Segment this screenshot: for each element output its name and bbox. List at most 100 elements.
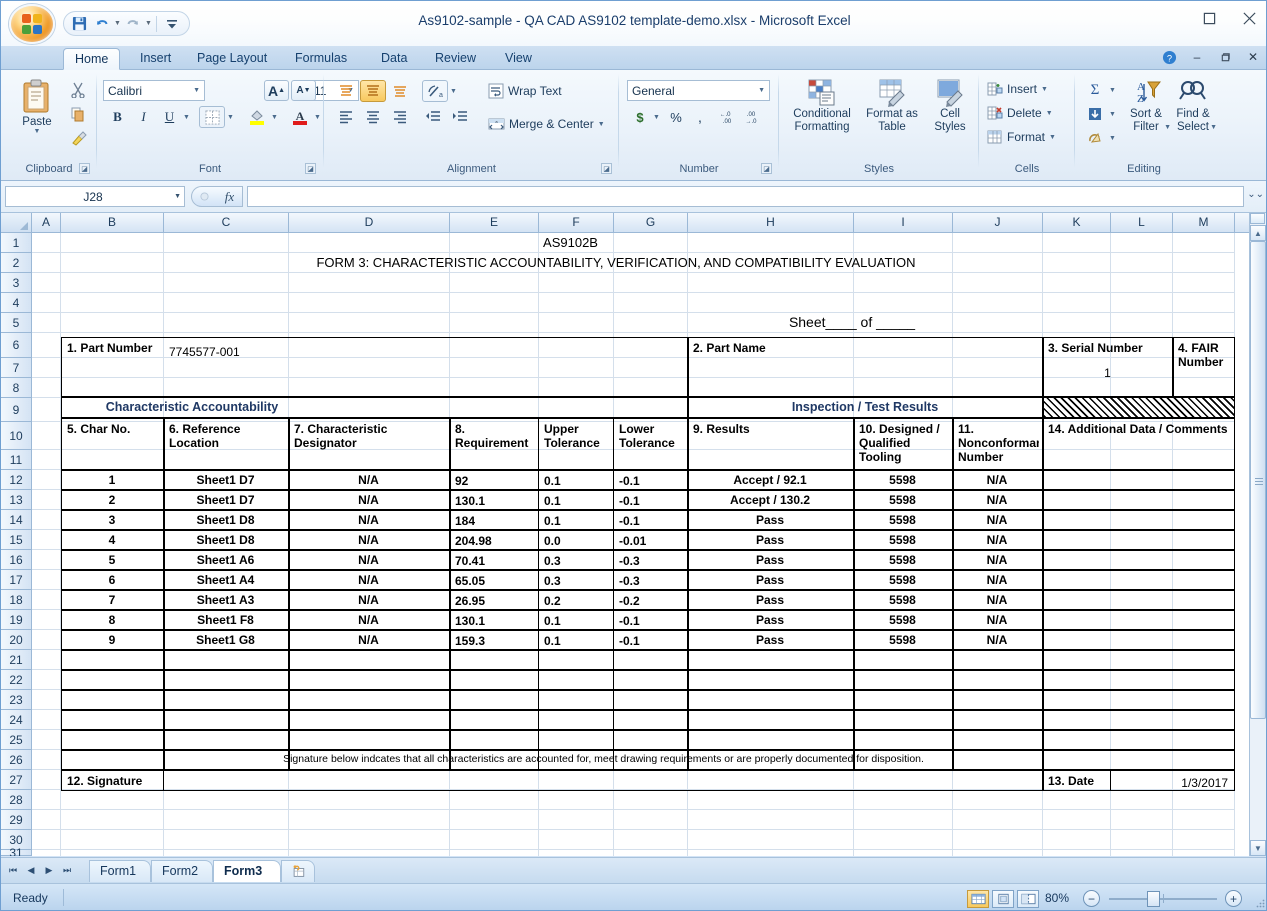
table-cell[interactable]: 0.3	[541, 553, 610, 568]
zoom-thumb[interactable]	[1147, 891, 1160, 907]
font-name-select[interactable]: Calibri ▼	[103, 80, 205, 101]
table-cell[interactable]: N/A	[955, 533, 1039, 548]
vertical-scroll-thumb[interactable]	[1250, 241, 1266, 719]
percent-format-button[interactable]: %	[665, 106, 687, 128]
column-header-C[interactable]: C	[164, 213, 289, 233]
table-cell[interactable]	[541, 693, 610, 708]
insert-cells-button[interactable]: Insert ▼	[987, 81, 1048, 97]
number-format-select[interactable]: General ▼	[627, 80, 770, 101]
row-header-5[interactable]: 5	[1, 313, 32, 333]
part-number-value[interactable]: 7745577-001	[166, 344, 284, 360]
row-header-16[interactable]: 16	[1, 550, 32, 570]
table-cell[interactable]: N/A	[291, 473, 446, 488]
formula-input[interactable]	[247, 186, 1244, 207]
number-dialog-launcher[interactable]: ◪	[761, 163, 772, 174]
align-right-button[interactable]	[387, 106, 413, 128]
clear-button[interactable]	[1083, 127, 1107, 149]
format-painter-button[interactable]	[67, 128, 89, 148]
table-cell[interactable]	[452, 733, 535, 748]
table-cell[interactable]: N/A	[291, 613, 446, 628]
orientation-dropdown-icon[interactable]: ▼	[448, 80, 459, 102]
cell-styles-button[interactable]: Cell Styles	[925, 78, 975, 134]
table-cell[interactable]	[166, 653, 285, 668]
table-cell[interactable]	[1045, 473, 1232, 488]
row-header-15[interactable]: 15	[1, 530, 32, 550]
date-value[interactable]: 1/3/2017	[1113, 775, 1231, 791]
italic-button[interactable]: I	[132, 106, 155, 128]
row-header-19[interactable]: 19	[1, 610, 32, 630]
table-cell[interactable]	[616, 673, 684, 688]
row-header-23[interactable]: 23	[1, 690, 32, 710]
table-cell[interactable]	[1045, 653, 1232, 668]
table-cell[interactable]: 92	[452, 473, 535, 488]
insert-dropdown-icon[interactable]: ▼	[1041, 86, 1048, 93]
scroll-down-button[interactable]: ▼	[1250, 840, 1266, 856]
table-cell[interactable]: 130.1	[452, 493, 535, 508]
row-header-1[interactable]: 1	[1, 233, 32, 253]
table-cell[interactable]: 0.1	[541, 473, 610, 488]
table-cell[interactable]	[64, 693, 160, 708]
fill-dropdown-icon[interactable]: ▼	[1107, 103, 1118, 125]
table-cell[interactable]	[616, 653, 684, 668]
table-cell[interactable]: 0.1	[541, 513, 610, 528]
table-cell[interactable]	[955, 693, 1039, 708]
table-cell[interactable]: 8	[64, 613, 160, 628]
table-cell[interactable]	[1045, 573, 1232, 588]
close-document-icon[interactable]: ✕	[1244, 48, 1262, 66]
table-cell[interactable]: 6	[64, 573, 160, 588]
row-header-24[interactable]: 24	[1, 710, 32, 730]
copy-button[interactable]	[67, 104, 89, 124]
first-sheet-icon[interactable]: ⏮	[5, 862, 21, 879]
zoom-slider[interactable]: − +	[1083, 888, 1243, 909]
table-cell[interactable]	[1045, 613, 1232, 628]
table-cell[interactable]	[690, 673, 850, 688]
table-cell[interactable]	[616, 713, 684, 728]
table-cell[interactable]: 5598	[856, 533, 949, 548]
table-cell[interactable]: N/A	[955, 573, 1039, 588]
sheet-tab-form3[interactable]: Form3	[213, 860, 281, 882]
align-middle-button[interactable]	[360, 80, 386, 102]
table-cell[interactable]	[64, 713, 160, 728]
merge-center-dropdown-icon[interactable]: ▼	[598, 121, 605, 128]
autosum-dropdown-icon[interactable]: ▼	[1107, 79, 1118, 101]
column-header-J[interactable]: J	[953, 213, 1043, 233]
table-cell[interactable]: -0.2	[616, 593, 684, 608]
table-cell[interactable]: 5598	[856, 473, 949, 488]
decrease-decimal-button[interactable]: .00 →.0	[743, 106, 767, 128]
table-cell[interactable]: 4	[64, 533, 160, 548]
column-header-L[interactable]: L	[1111, 213, 1173, 233]
table-cell[interactable]	[955, 673, 1039, 688]
table-cell[interactable]: Pass	[690, 573, 850, 588]
row-header-29[interactable]: 29	[1, 810, 32, 830]
merge-center-button[interactable]: a Merge & Center ▼	[488, 116, 605, 132]
row-header-2[interactable]: 2	[1, 253, 32, 273]
table-cell[interactable]	[452, 653, 535, 668]
table-cell[interactable]	[166, 733, 285, 748]
table-cell[interactable]: 184	[452, 513, 535, 528]
help-icon[interactable]: ?	[1160, 48, 1178, 66]
conditional-formatting-button[interactable]: Conditional Formatting	[785, 78, 859, 134]
table-cell[interactable]: Pass	[690, 533, 850, 548]
insert-sheet-icon[interactable]	[281, 860, 315, 882]
table-cell[interactable]: 5598	[856, 573, 949, 588]
table-cell[interactable]: Sheet1 A6	[166, 553, 285, 568]
align-left-button[interactable]	[333, 106, 359, 128]
select-all-button[interactable]	[1, 213, 32, 233]
expand-formula-bar-icon[interactable]: ⌄⌄	[1247, 189, 1264, 200]
table-cell[interactable]: 5598	[856, 553, 949, 568]
scroll-up-button[interactable]: ▲	[1250, 225, 1266, 241]
table-cell[interactable]	[166, 713, 285, 728]
font-color-dropdown-icon[interactable]: ▼	[312, 106, 323, 128]
column-header-F[interactable]: F	[539, 213, 614, 233]
table-cell[interactable]: 0.3	[541, 573, 610, 588]
table-cell[interactable]: 5598	[856, 493, 949, 508]
paste-button[interactable]: Paste ▼	[11, 78, 63, 135]
table-cell[interactable]	[452, 713, 535, 728]
table-cell[interactable]: 5598	[856, 593, 949, 608]
table-cell[interactable]: 5598	[856, 513, 949, 528]
column-header-H[interactable]: H	[688, 213, 854, 233]
table-cell[interactable]: N/A	[955, 593, 1039, 608]
table-cell[interactable]	[1045, 673, 1232, 688]
table-cell[interactable]: 9	[64, 633, 160, 648]
table-cell[interactable]: 0.1	[541, 633, 610, 648]
